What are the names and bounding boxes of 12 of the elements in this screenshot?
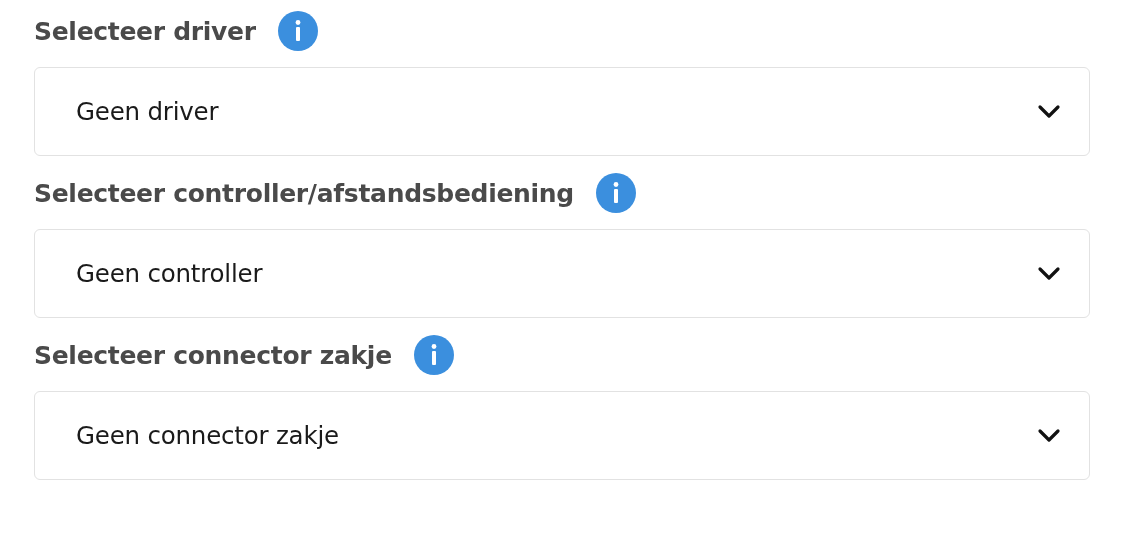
chevron-down-icon: [1037, 103, 1061, 120]
dropdown-select[interactable]: Geen driver: [34, 67, 1090, 156]
info-icon[interactable]: [413, 335, 454, 375]
field-label: Selecteer driver: [34, 16, 256, 46]
info-icon[interactable]: [277, 11, 318, 51]
chevron-down-icon: [1037, 265, 1061, 282]
dropdown-select[interactable]: Geen controller: [34, 229, 1090, 318]
field-label: Selecteer controller/afstandsbediening: [34, 178, 574, 208]
chevron-down-icon: [1037, 427, 1061, 444]
info-icon[interactable]: [595, 173, 636, 213]
field-label: Selecteer connector zakje: [34, 340, 392, 370]
dropdown-select[interactable]: Geen connector zakje: [34, 391, 1090, 480]
